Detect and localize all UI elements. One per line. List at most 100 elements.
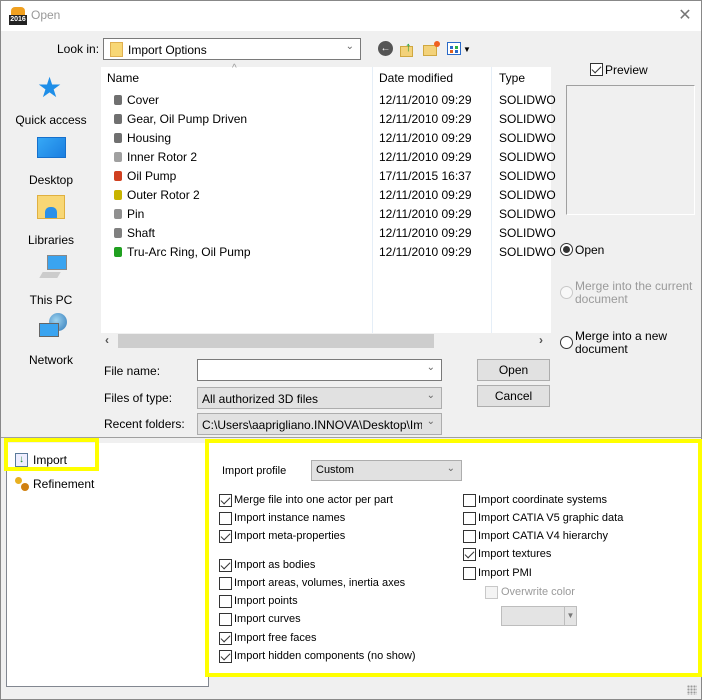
file-name: Gear, Oil Pump Driven: [127, 112, 248, 126]
place-desktop[interactable]: Desktop: [5, 133, 97, 193]
files-of-type-label: Files of type:: [104, 391, 173, 405]
solidworks-part-icon: [114, 247, 122, 257]
place-libraries[interactable]: Libraries: [5, 193, 97, 253]
cancel-button[interactable]: Cancel: [477, 385, 550, 407]
file-list[interactable]: ^ Name Date modified Type Cover 12/11/201…: [101, 63, 556, 333]
files-of-type-dropdown[interactable]: All authorized 3D files ⌄: [197, 387, 442, 409]
file-row[interactable]: Shaft 12/11/2010 09:29 SOLIDWO: [101, 224, 556, 243]
open-dialog: 2016 Open ✕ Look in: Import Options ⌄ ← …: [0, 0, 702, 700]
recent-folders-dropdown[interactable]: C:\Users\aaprigliano.INNOVA\Desktop\Impo…: [197, 413, 442, 435]
new-folder-icon[interactable]: [423, 40, 441, 58]
file-name: Tru-Arc Ring, Oil Pump: [127, 245, 251, 259]
app-badge: 2016: [9, 15, 27, 25]
place-label: Libraries: [27, 233, 75, 247]
file-type: SOLIDWO: [499, 169, 556, 183]
file-name: Outer Rotor 2: [127, 188, 200, 202]
scroll-right-icon[interactable]: ›: [539, 333, 543, 347]
place-label: This PC: [29, 293, 73, 307]
file-type: SOLIDWO: [499, 93, 556, 107]
title-bar: 2016 Open ✕: [1, 1, 701, 31]
view-menu-icon[interactable]: ▼: [447, 40, 471, 58]
resize-grip[interactable]: [687, 685, 697, 695]
libraries-icon: [37, 195, 65, 219]
column-header-name[interactable]: Name: [107, 71, 139, 85]
horizontal-scrollbar[interactable]: ‹ ›: [101, 333, 551, 349]
up-folder-icon[interactable]: ↑: [399, 40, 417, 58]
file-row[interactable]: Gear, Oil Pump Driven 12/11/2010 09:29 SOL…: [101, 110, 556, 129]
place-label: Desktop: [28, 173, 74, 187]
column-header-date[interactable]: Date modified: [379, 71, 453, 85]
chevron-down-icon: ⌄: [345, 41, 354, 52]
file-name: Pin: [127, 207, 145, 221]
app-icon: 2016: [9, 7, 27, 25]
look-in-value: Import Options: [128, 43, 207, 57]
file-row[interactable]: Cover 12/11/2010 09:29 SOLIDWO: [101, 91, 556, 110]
solidworks-part-icon: [114, 209, 122, 219]
file-type: SOLIDWO: [499, 150, 556, 164]
file-row[interactable]: Tru-Arc Ring, Oil Pump 12/11/2010 09:29 SO…: [101, 243, 556, 262]
file-date: 12/11/2010 09:29: [379, 245, 472, 259]
file-type: SOLIDWO: [499, 112, 556, 126]
place-this-pc[interactable]: This PC: [5, 253, 97, 313]
file-date: 12/11/2010 09:29: [379, 131, 472, 145]
solidworks-part-icon: [114, 114, 122, 124]
look-in-dropdown[interactable]: Import Options ⌄: [103, 38, 361, 60]
file-name: Oil Pump: [127, 169, 177, 183]
radio-merge-current[interactable]: [560, 286, 573, 299]
file-row[interactable]: Inner Rotor 2 12/11/2010 09:29 SOLIDWO: [101, 148, 556, 167]
preview-checkbox[interactable]: [590, 63, 603, 76]
file-date: 17/11/2015 16:37: [379, 169, 472, 183]
solidworks-part-icon: [114, 190, 122, 200]
chevron-down-icon: ⌄: [426, 390, 435, 401]
file-type: SOLIDWO: [499, 188, 556, 202]
chevron-down-icon: ⌄: [426, 416, 435, 427]
recent-folders-value: C:\Users\aaprigliano.INNOVA\Desktop\Impo…: [202, 418, 422, 432]
look-in-label: Look in:: [57, 42, 100, 56]
file-type: SOLIDWO: [499, 131, 556, 145]
preview-label: Preview: [605, 63, 648, 77]
place-label: Network: [28, 353, 73, 367]
radio-merge-new-label: Merge into a new document: [575, 329, 668, 356]
file-name: Housing: [127, 131, 172, 145]
column-header-type[interactable]: Type: [499, 71, 525, 85]
solidworks-part-icon: [114, 152, 122, 162]
solidworks-part-icon: [114, 133, 122, 143]
solidworks-part-icon: [114, 171, 122, 181]
solidworks-part-icon: [114, 95, 122, 105]
highlight-import: [4, 438, 99, 471]
solidworks-part-icon: [114, 228, 122, 238]
back-icon[interactable]: ←: [377, 40, 395, 58]
file-name-label: File name:: [104, 364, 161, 378]
file-type: SOLIDWO: [499, 245, 556, 259]
refinement-icon: [15, 477, 30, 492]
places-bar: ★ Quick access Desktop Libraries This PC: [5, 67, 97, 375]
file-type: SOLIDWO: [499, 207, 556, 221]
network-icon: [39, 313, 67, 341]
file-row[interactable]: Housing 12/11/2010 09:29 SOLIDWO: [101, 129, 556, 148]
close-icon[interactable]: ✕: [673, 4, 697, 28]
files-of-type-value: All authorized 3D files: [202, 392, 319, 406]
scroll-left-icon[interactable]: ‹: [105, 333, 109, 347]
file-row[interactable]: Oil Pump 17/11/2015 16:37 SOLIDWO: [101, 167, 556, 186]
window-title: Open: [31, 8, 61, 22]
file-name: Shaft: [127, 226, 156, 240]
place-network[interactable]: Network: [5, 313, 97, 373]
file-date: 12/11/2010 09:29: [379, 226, 472, 240]
radio-open[interactable]: [560, 243, 573, 256]
scrollbar-thumb[interactable]: [118, 334, 434, 348]
chevron-down-icon[interactable]: ⌄: [427, 362, 435, 373]
file-row[interactable]: Pin 12/11/2010 09:29 SOLIDWO: [101, 205, 556, 224]
radio-merge-new[interactable]: [560, 336, 573, 349]
folder-icon: [110, 42, 123, 57]
file-row[interactable]: Outer Rotor 2 12/11/2010 09:29 SOLIDWO: [101, 186, 556, 205]
quick-access-star-icon: ★: [37, 72, 63, 103]
recent-folders-label: Recent folders:: [104, 417, 185, 431]
radio-merge-current-label: Merge into the current document: [575, 279, 693, 306]
open-button[interactable]: Open: [477, 359, 550, 381]
radio-open-label: Open: [575, 243, 605, 257]
place-label: Quick access: [15, 113, 87, 127]
place-quick-access[interactable]: ★ Quick access: [5, 73, 97, 133]
file-date: 12/11/2010 09:29: [379, 112, 472, 126]
this-pc-icon: [39, 255, 67, 279]
file-name-input[interactable]: ⌄: [197, 359, 442, 381]
